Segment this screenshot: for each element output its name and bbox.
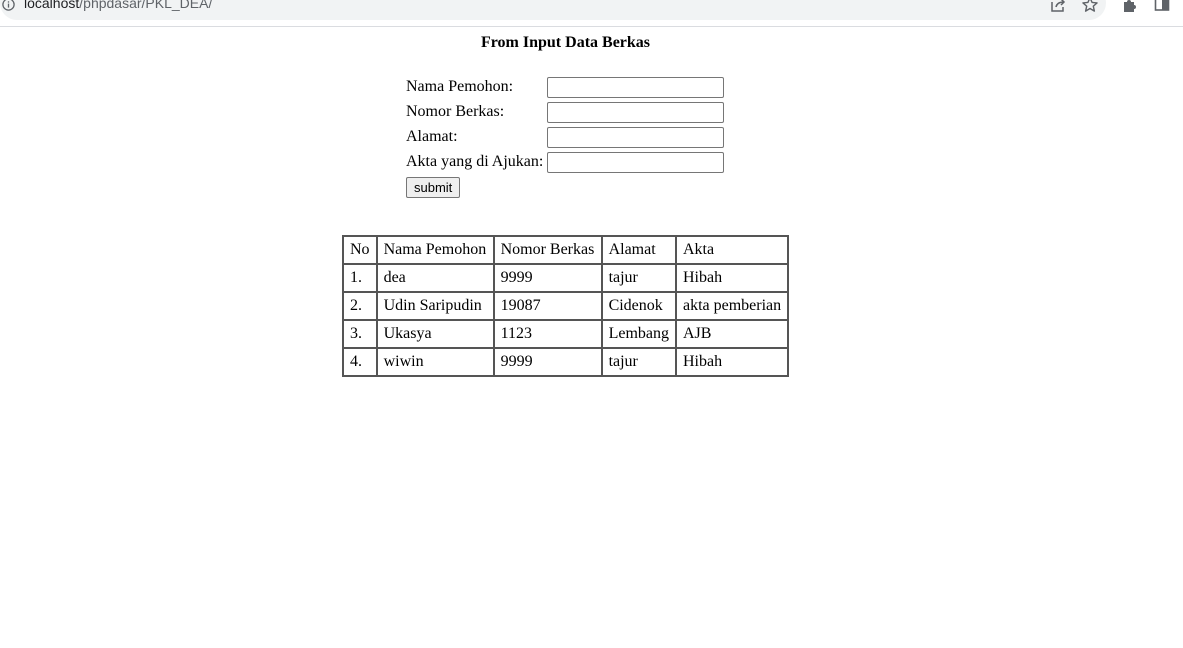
cell-nomor-berkas: 9999 — [492, 347, 603, 377]
cell-alamat: tajur — [600, 347, 677, 377]
page-title: From Input Data Berkas — [480, 34, 651, 51]
column-header-akta: Akta — [674, 235, 790, 265]
column-header-nomor-berkas: Nomor Berkas — [492, 235, 603, 265]
cell-alamat: Lembang — [600, 319, 677, 349]
column-header-nama-pemohon: Nama Pemohon — [375, 235, 495, 265]
column-header-no: No — [342, 235, 378, 265]
cell-no: 4. — [342, 347, 378, 377]
cell-nama-pemohon: Udin Saripudin — [375, 291, 495, 321]
address-bar-url[interactable]: localhost/phpdasar/PKL_DEA/ — [24, 0, 212, 11]
cell-nomor-berkas: 9999 — [492, 263, 603, 293]
url-path: /phpdasar/PKL_DEA/ — [79, 0, 213, 11]
cell-nomor-berkas: 19087 — [492, 291, 603, 321]
akta-label: Akta yang di Ajukan: — [406, 153, 544, 170]
cell-alamat: Cidenok — [600, 291, 677, 321]
site-info-icon[interactable] — [2, 0, 15, 11]
table-row: 2. Udin Saripudin 19087 Cidenok akta pem… — [342, 291, 790, 321]
cell-alamat: tajur — [600, 263, 677, 293]
column-header-alamat: Alamat — [600, 235, 677, 265]
nama-pemohon-label: Nama Pemohon: — [406, 78, 514, 95]
submit-button[interactable]: submit — [406, 177, 461, 198]
nomor-berkas-input[interactable] — [547, 102, 724, 123]
table-row: 3. Ukasya 1123 Lembang AJB — [342, 319, 790, 349]
cell-nama-pemohon: dea — [375, 263, 495, 293]
cell-no: 2. — [342, 291, 378, 321]
browser-toolbar: localhost/phpdasar/PKL_DEA/ — [0, 0, 1183, 27]
cell-nama-pemohon: wiwin — [375, 347, 495, 377]
table-row: 1. dea 9999 tajur Hibah — [342, 263, 790, 293]
cell-akta: AJB — [674, 319, 790, 349]
bookmark-star-icon[interactable] — [1081, 0, 1099, 14]
cell-no: 3. — [342, 319, 378, 349]
share-icon[interactable] — [1049, 0, 1067, 14]
cell-akta: akta pemberian — [674, 291, 790, 321]
url-host: localhost — [24, 0, 80, 11]
side-panel-icon[interactable] — [1153, 0, 1171, 14]
table-header-row: No Nama Pemohon Nomor Berkas Alamat Akta — [342, 235, 790, 265]
alamat-label: Alamat: — [406, 128, 458, 145]
berkas-table: No Nama Pemohon Nomor Berkas Alamat Akta… — [342, 235, 790, 377]
cell-akta: Hibah — [674, 263, 790, 293]
cell-nomor-berkas: 1123 — [492, 319, 603, 349]
nama-pemohon-input[interactable] — [547, 77, 724, 98]
cell-nama-pemohon: Ukasya — [375, 319, 495, 349]
akta-input[interactable] — [547, 152, 724, 173]
alamat-input[interactable] — [547, 127, 724, 148]
extensions-puzzle-icon[interactable] — [1121, 0, 1139, 14]
cell-akta: Hibah — [674, 347, 790, 377]
table-row: 4. wiwin 9999 tajur Hibah — [342, 347, 790, 377]
cell-no: 1. — [342, 263, 378, 293]
nomor-berkas-label: Nomor Berkas: — [406, 103, 505, 120]
